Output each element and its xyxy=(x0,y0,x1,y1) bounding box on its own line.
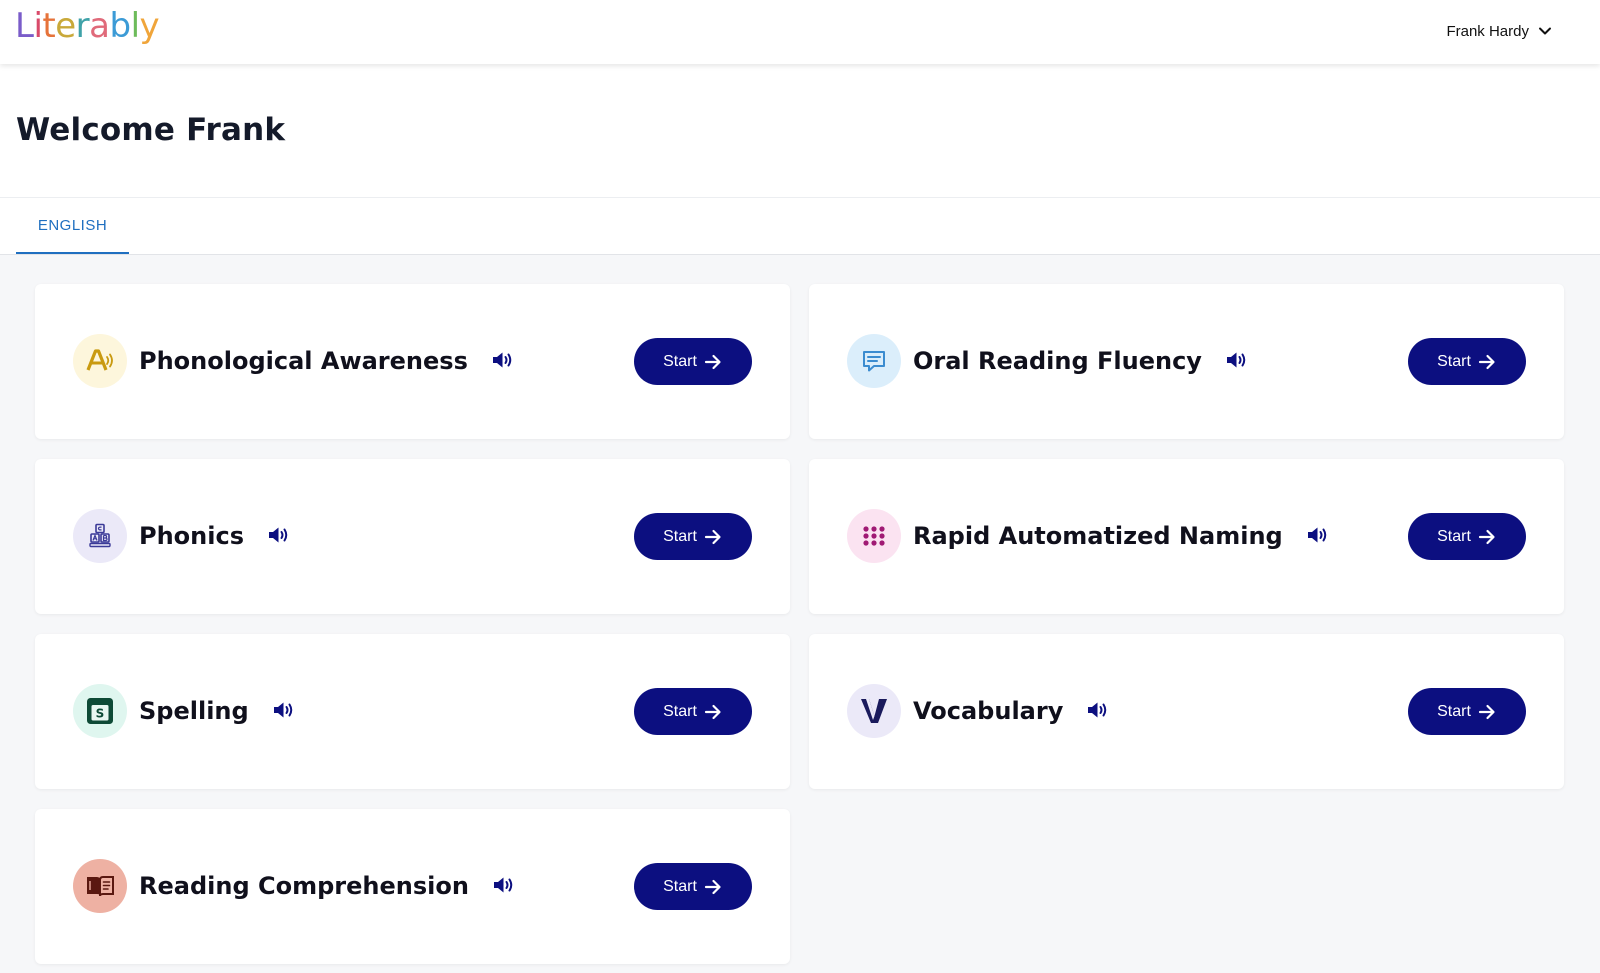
start-button-label: Start xyxy=(663,702,697,720)
speaker-icon[interactable] xyxy=(490,348,514,372)
card-title: Oral Reading Fluency xyxy=(913,347,1202,375)
card-title: Spelling xyxy=(139,697,249,725)
chat-bubble-icon xyxy=(847,334,901,388)
start-button-label: Start xyxy=(663,877,697,895)
logo-letter: t xyxy=(42,6,56,46)
speaker-icon[interactable] xyxy=(491,873,515,897)
speaker-icon[interactable] xyxy=(266,523,290,547)
card-phonics: Phonics Start xyxy=(35,459,790,614)
user-menu[interactable]: Frank Hardy xyxy=(1446,18,1553,44)
logo-letter: y xyxy=(139,6,160,46)
arrow-right-icon xyxy=(704,879,721,894)
logo-letter: e xyxy=(55,6,76,46)
speaker-icon[interactable] xyxy=(1305,523,1329,547)
start-button[interactable]: Start xyxy=(634,338,752,385)
chevron-down-icon xyxy=(1537,23,1553,39)
start-button[interactable]: Start xyxy=(1408,338,1526,385)
letter-a-sound-icon xyxy=(73,334,127,388)
start-button[interactable]: Start xyxy=(1408,688,1526,735)
arrow-right-icon xyxy=(1478,704,1495,719)
card-reading-comprehension: Reading Comprehension Start xyxy=(35,809,790,964)
tab-english[interactable]: ENGLISH xyxy=(16,198,129,254)
start-button[interactable]: Start xyxy=(634,513,752,560)
start-button[interactable]: Start xyxy=(1408,513,1526,560)
start-button-label: Start xyxy=(1437,352,1471,370)
card-title: Reading Comprehension xyxy=(139,872,469,900)
start-button-label: Start xyxy=(663,527,697,545)
speaker-icon[interactable] xyxy=(1224,348,1248,372)
start-button-label: Start xyxy=(1437,527,1471,545)
user-name: Frank Hardy xyxy=(1446,22,1529,40)
card-title: Phonics xyxy=(139,522,244,550)
start-button-label: Start xyxy=(1437,702,1471,720)
card-phonological-awareness: Phonological Awareness Start xyxy=(35,284,790,439)
logo-letter: l xyxy=(130,6,140,46)
letter-blocks-icon xyxy=(73,509,127,563)
card-title: Rapid Automatized Naming xyxy=(913,522,1283,550)
logo-letter: i xyxy=(33,6,43,46)
arrow-right-icon xyxy=(704,704,721,719)
card-spelling: S Spelling Start xyxy=(35,634,790,789)
start-button[interactable]: Start xyxy=(634,863,752,910)
arrow-right-icon xyxy=(1478,354,1495,369)
card-rapid-automatized-naming: Rapid Automatized Naming Start xyxy=(809,459,1564,614)
card-title: Phonological Awareness xyxy=(139,347,468,375)
vocabulary-v-icon xyxy=(847,684,901,738)
svg-text:S: S xyxy=(96,707,105,721)
arrow-right-icon xyxy=(704,354,721,369)
arrow-right-icon xyxy=(704,529,721,544)
welcome-section: Welcome Frank xyxy=(0,64,1600,198)
arrow-right-icon xyxy=(1478,529,1495,544)
tab-bar: ENGLISH xyxy=(0,198,1600,255)
card-vocabulary: Vocabulary Start xyxy=(809,634,1564,789)
open-book-icon xyxy=(73,859,127,913)
spelling-s-icon: S xyxy=(73,684,127,738)
speaker-icon[interactable] xyxy=(271,698,295,722)
logo-letter: r xyxy=(75,6,90,46)
card-title: Vocabulary xyxy=(913,697,1064,725)
logo-letter: L xyxy=(15,6,34,46)
literably-logo[interactable]: Literably xyxy=(15,4,160,48)
speaker-icon[interactable] xyxy=(1085,698,1109,722)
dots-grid-icon xyxy=(847,509,901,563)
card-oral-reading-fluency: Oral Reading Fluency Start xyxy=(809,284,1564,439)
logo-letter: a xyxy=(89,6,110,46)
start-button[interactable]: Start xyxy=(634,688,752,735)
page-title: Welcome Frank xyxy=(16,112,286,148)
start-button-label: Start xyxy=(663,352,697,370)
logo-letter: b xyxy=(109,6,132,46)
top-bar: Literably Frank Hardy xyxy=(0,0,1600,64)
